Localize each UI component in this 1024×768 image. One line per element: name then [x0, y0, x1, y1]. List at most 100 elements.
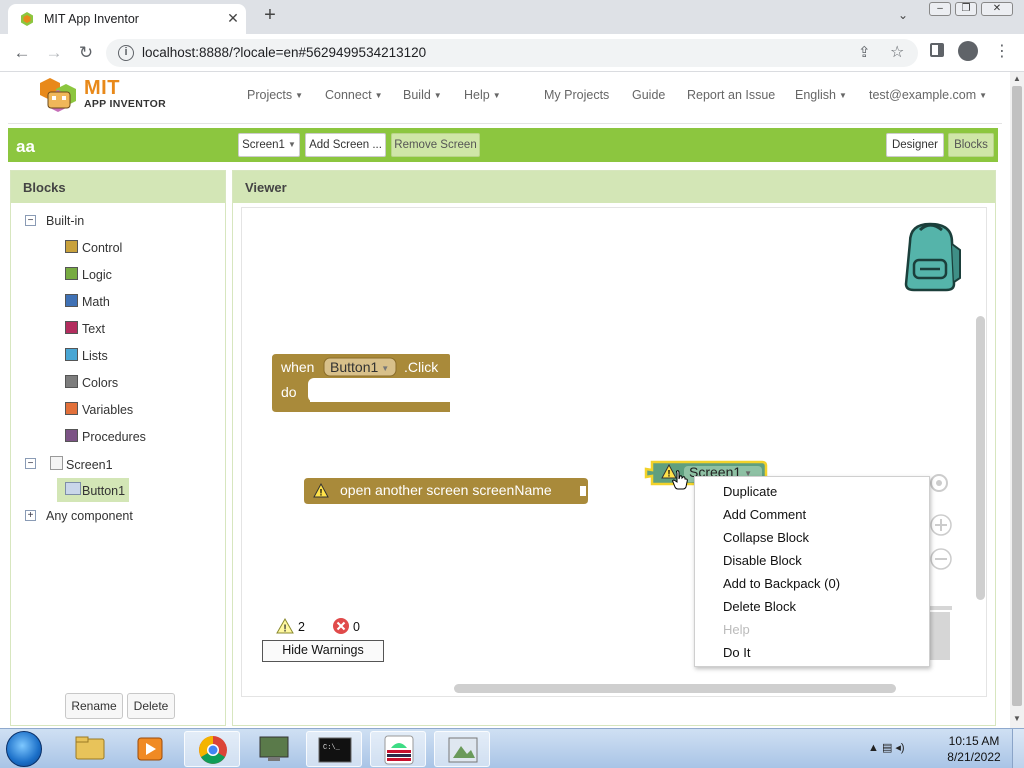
caret-down-icon: ▼ [839, 91, 847, 100]
zoom-in-icon[interactable] [930, 514, 952, 536]
context-menu-item-help[interactable]: Help [723, 622, 750, 637]
windows-start-icon[interactable] [6, 731, 42, 767]
site-info-icon[interactable]: i [118, 45, 134, 61]
event-name: .Click [404, 359, 439, 375]
reload-icon[interactable]: ↻ [74, 42, 98, 64]
menu-my-projects[interactable]: My Projects [544, 88, 609, 102]
context-menu-item-do-it[interactable]: Do It [723, 645, 750, 660]
address-bar[interactable]: i localhost:8888/?locale=en#562949953421… [106, 39, 918, 67]
android-emulator-icon[interactable] [370, 731, 426, 767]
browser-menu-icon[interactable]: ⋮ [994, 41, 1010, 61]
error-icon[interactable] [332, 617, 350, 635]
clock-time[interactable]: 10:15 AM [946, 734, 1002, 748]
scroll-up-icon[interactable]: ▲ [1010, 74, 1024, 86]
back-arrow-icon[interactable]: ← [10, 42, 34, 64]
page-scrollbar-thumb[interactable] [1012, 86, 1022, 706]
app-window-icon[interactable] [434, 731, 490, 767]
menu-report-issue[interactable]: Report an Issue [687, 88, 775, 102]
workspace-vertical-scrollbar[interactable] [976, 316, 985, 600]
system-monitor-icon[interactable] [246, 731, 302, 767]
tab-search-chevron-icon[interactable]: ⌄ [898, 8, 908, 22]
clock-date[interactable]: 8/21/2022 [946, 750, 1002, 764]
tab-close-icon[interactable]: ✕ [224, 9, 242, 27]
caret-down-icon: ▼ [374, 91, 383, 100]
minimize-window-icon[interactable]: – [929, 2, 951, 16]
menu-language[interactable]: English ▼ [795, 88, 847, 102]
warning-count: 2 [298, 620, 305, 634]
tree-item-control[interactable]: Control [82, 241, 122, 255]
tree-item-built-in[interactable]: Built-in [46, 214, 84, 228]
tree-item-lists[interactable]: Lists [82, 349, 108, 363]
menu-help[interactable]: Help ▼ [464, 88, 501, 102]
designer-button[interactable]: Designer [886, 133, 944, 157]
screen-select-dropdown[interactable]: Screen1 ▼ [238, 133, 300, 157]
menu-build[interactable]: Build ▼ [403, 88, 442, 102]
bookmark-star-icon[interactable]: ☆ [890, 42, 904, 62]
file-explorer-icon[interactable] [62, 731, 118, 767]
backpack-icon[interactable] [896, 220, 966, 292]
caret-down-icon: ▼ [492, 91, 501, 100]
tree-item-colors[interactable]: Colors [82, 376, 118, 390]
context-menu-item-delete-block[interactable]: Delete Block [723, 599, 796, 614]
workspace-horizontal-scrollbar[interactable] [454, 684, 896, 693]
zoom-out-icon[interactable] [930, 548, 952, 570]
app-inventor-favicon-icon [21, 12, 33, 26]
side-panel-icon[interactable] [930, 43, 944, 57]
context-menu-item-add-to-backpack-0[interactable]: Add to Backpack (0) [723, 576, 840, 591]
share-icon[interactable]: ⇪ [858, 43, 871, 61]
svg-text:!: ! [283, 624, 286, 635]
page-scrollbar[interactable]: ▲ ▼ [1010, 72, 1024, 728]
add-screen-button[interactable]: Add Screen ... [305, 133, 386, 157]
tree-item-button1[interactable]: Button1 [82, 484, 125, 498]
when-button1-click-block[interactable]: when Button1 ▼ .Click do [272, 354, 452, 414]
tree-item-screen1[interactable]: Screen1 [66, 458, 113, 472]
delete-button[interactable]: Delete [127, 693, 175, 719]
tree-item-math[interactable]: Math [82, 295, 110, 309]
forward-arrow-icon[interactable]: → [42, 42, 66, 64]
tree-item-logic[interactable]: Logic [82, 268, 112, 282]
hide-warnings-button[interactable]: Hide Warnings [262, 640, 384, 662]
close-window-icon[interactable]: ✕ [981, 2, 1013, 16]
media-player-icon[interactable] [122, 731, 178, 767]
open-another-screen-block[interactable]: ! open another screen screenName [304, 478, 588, 504]
block-context-menu: Duplicate Add Comment Collapse Block Disabl… [694, 476, 930, 667]
collapse-toggle-icon[interactable]: − [25, 458, 36, 469]
tree-item-variables[interactable]: Variables [82, 403, 133, 417]
app-header: MIT APP INVENTOR Projects ▼ Connect ▼ Buil… [8, 72, 1002, 124]
context-menu-item-collapse-block[interactable]: Collapse Block [723, 530, 809, 545]
url-text[interactable]: localhost:8888/?locale=en#56294995342131… [142, 45, 426, 60]
expand-toggle-icon[interactable]: + [25, 510, 36, 521]
recenter-icon[interactable] [928, 472, 950, 494]
remove-screen-button[interactable]: Remove Screen [391, 133, 480, 157]
tree-item-text[interactable]: Text [82, 322, 105, 336]
scroll-down-icon[interactable]: ▼ [1010, 714, 1024, 726]
rename-button[interactable]: Rename [65, 693, 123, 719]
caret-down-icon: ▼ [381, 364, 390, 373]
context-menu-item-disable-block[interactable]: Disable Block [723, 553, 802, 568]
collapse-toggle-icon[interactable]: − [25, 215, 36, 226]
open-another-screen-text: open another screen screenName [340, 482, 552, 498]
new-tab-icon[interactable]: + [260, 5, 280, 26]
command-prompt-icon[interactable]: C:\_ [306, 731, 362, 767]
button-component-icon [65, 482, 81, 495]
menu-projects[interactable]: Projects ▼ [247, 88, 303, 102]
caret-down-icon: ▼ [979, 91, 988, 100]
chrome-icon[interactable] [184, 731, 240, 767]
system-tray-icons[interactable]: ▲ ▤ ◂) [868, 741, 905, 754]
context-menu-item-duplicate[interactable]: Duplicate [723, 484, 777, 499]
when-keyword: when [281, 359, 315, 375]
component-dropdown[interactable]: Button1 ▼ [330, 359, 389, 375]
browser-tab[interactable]: MIT App Inventor ✕ [8, 4, 246, 34]
menu-guide[interactable]: Guide [632, 88, 665, 102]
restore-window-icon[interactable]: ❐ [955, 2, 977, 16]
profile-avatar-icon[interactable] [958, 41, 978, 61]
tree-item-procedures[interactable]: Procedures [82, 430, 146, 444]
warning-icon[interactable]: ! [276, 618, 294, 634]
category-color-swatch [65, 402, 78, 415]
context-menu-item-add-comment[interactable]: Add Comment [723, 507, 806, 522]
show-desktop-button[interactable] [1012, 729, 1024, 768]
menu-connect[interactable]: Connect ▼ [325, 88, 382, 102]
menu-account[interactable]: test@example.com ▼ [869, 88, 987, 102]
blocks-button[interactable]: Blocks [948, 133, 994, 157]
tree-item-any-component[interactable]: Any component [46, 509, 133, 523]
